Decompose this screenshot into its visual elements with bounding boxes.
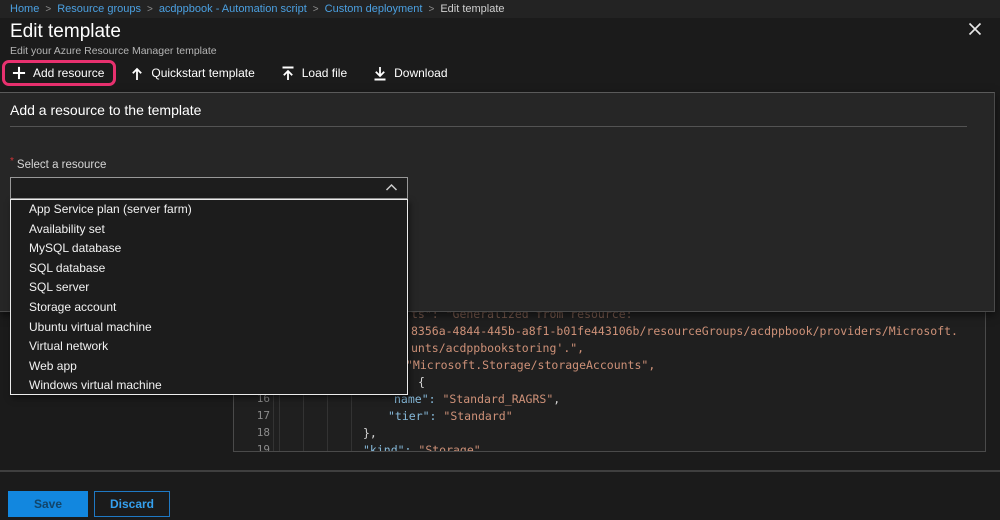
close-button[interactable] [964,18,986,40]
arrow-up-icon [130,66,144,81]
dropdown-item-availability-set[interactable]: Availability set [11,220,407,240]
dropdown-item-mysql-database[interactable]: MySQL database [11,239,407,259]
breadcrumb-separator: > [147,4,153,15]
edit-template-page: Home > Resource groups > acdppbook - Aut… [0,0,1000,520]
select-resource-label: *Select a resource [10,156,106,171]
load-file-button[interactable]: Load file [281,66,347,81]
dropdown-item-windows-vm[interactable]: Windows virtual machine [11,376,407,396]
breadcrumb-separator: > [428,4,434,15]
toolbar: Add resource Quickstart template Load fi… [0,58,474,88]
dropdown-item-web-app[interactable]: Web app [11,357,407,377]
download-icon [373,66,387,81]
dropdown-item-ubuntu-vm[interactable]: Ubuntu virtual machine [11,318,407,338]
code-line: "tier": "Standard" [388,409,513,423]
add-resource-highlight: Add resource [2,60,116,86]
chevron-up-icon [385,183,398,192]
panel-title: Add a resource to the template [10,102,201,118]
breadcrumb-separator: > [45,4,51,15]
panel-divider [10,126,967,127]
code-line: 8356a-4844-445b-a8f1-b01fe443106b/resour… [411,324,958,338]
close-icon [968,22,982,36]
dropdown-item-storage-account[interactable]: Storage account [11,298,407,318]
code-line: "Microsoft.Storage/storageAccounts", [406,358,655,372]
required-marker: * [10,156,14,167]
code-line: "kind": "Storage", [363,443,488,452]
breadcrumb: Home > Resource groups > acdppbook - Aut… [0,0,1000,18]
page-title: Edit template [10,21,121,43]
line-number: 18 [240,426,270,440]
breadcrumb-current: Edit template [440,3,504,15]
quickstart-template-label: Quickstart template [151,66,254,80]
resource-select[interactable] [10,177,408,199]
line-number: 19 [240,443,270,452]
add-resource-label: Add resource [33,66,104,80]
page-subtitle: Edit your Azure Resource Manager templat… [10,45,217,57]
breadcrumb-resource-groups[interactable]: Resource groups [57,3,141,15]
dropdown-item-sql-database[interactable]: SQL database [11,259,407,279]
add-resource-panel: Add a resource to the template *Select a… [0,92,995,312]
breadcrumb-home[interactable]: Home [10,3,39,15]
resource-dropdown-list: App Service plan (server farm) Availabil… [10,199,408,395]
quickstart-template-button[interactable]: Quickstart template [130,66,254,81]
code-line: unts/acdppbookstoring'.", [411,341,584,355]
breadcrumb-custom-deployment[interactable]: Custom deployment [325,3,423,15]
download-button[interactable]: Download [373,66,447,81]
save-button[interactable]: Save [8,491,88,517]
dropdown-item-sql-server[interactable]: SQL server [11,278,407,298]
add-resource-button[interactable]: Add resource [12,66,104,80]
load-file-label: Load file [302,66,347,80]
download-label: Download [394,66,447,80]
breadcrumb-separator: > [313,4,319,15]
dropdown-item-virtual-network[interactable]: Virtual network [11,337,407,357]
plus-icon [12,66,26,80]
breadcrumb-automation-script[interactable]: acdppbook - Automation script [159,3,307,15]
upload-icon [281,66,295,81]
code-line: { [418,375,425,389]
code-line: }, [363,426,377,440]
line-number: 17 [240,409,270,423]
dropdown-item-app-service-plan[interactable]: App Service plan (server farm) [11,200,407,220]
code-line: name": "Standard_RAGRS", [394,392,560,406]
discard-button[interactable]: Discard [94,491,170,517]
footer-divider [0,470,1000,472]
